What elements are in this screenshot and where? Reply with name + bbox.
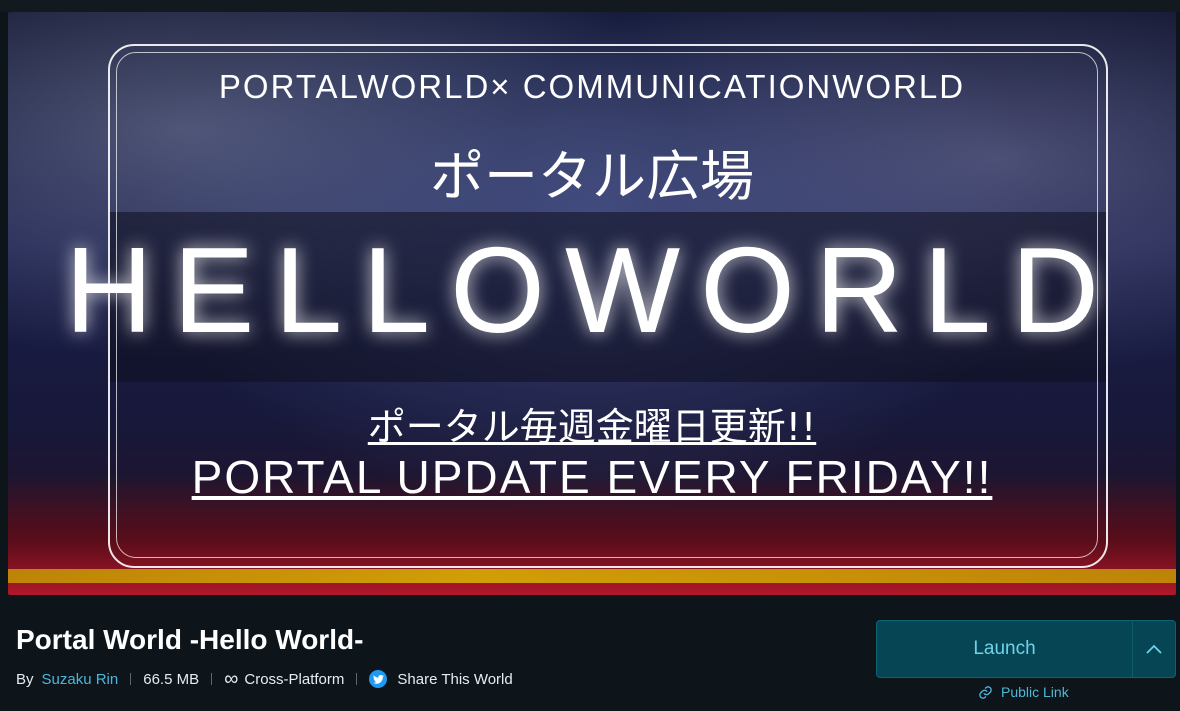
hero-floor-stripe xyxy=(8,569,1176,583)
infinity-icon: ∞ xyxy=(224,668,239,690)
share-world-link[interactable]: Share This World xyxy=(369,670,513,688)
twitter-icon xyxy=(369,670,388,688)
public-link-label: Public Link xyxy=(1001,684,1069,700)
world-meta: By Suzaku Rin 66.5 MB ∞ Cross-Platform S… xyxy=(16,668,513,690)
platform-label: Cross-Platform xyxy=(244,670,345,688)
hero-line-portalworld: PORTALWORLD× COMMUNICATIONWORLD xyxy=(218,68,966,105)
share-label: Share This World xyxy=(397,670,513,688)
world-thumbnail: PORTALWORLD× COMMUNICATIONWORLD ポータル広場 H… xyxy=(8,12,1176,595)
author-link[interactable]: Suzaku Rin xyxy=(42,671,119,688)
hero-line-update: PORTAL UPDATE EVERY FRIDAY!! xyxy=(191,451,993,503)
public-link[interactable]: Public Link xyxy=(978,684,1069,700)
hero-line-japanese-update: ポータル毎週金曜日更新!! xyxy=(367,405,817,449)
meta-divider xyxy=(356,673,358,685)
hero-line-japanese-title: ポータル広場 xyxy=(430,145,754,208)
meta-divider xyxy=(211,673,213,685)
link-icon xyxy=(979,685,992,699)
launch-options-button[interactable] xyxy=(1132,621,1175,677)
top-bar xyxy=(0,0,1180,12)
meta-divider xyxy=(130,673,132,685)
file-size: 66.5 MB xyxy=(143,670,200,688)
chevron-up-icon xyxy=(1146,644,1162,654)
launch-control: Launch xyxy=(876,620,1176,678)
world-title: Portal World -Hello World- xyxy=(16,624,364,655)
by-label: By xyxy=(16,670,34,688)
launch-button[interactable]: Launch xyxy=(877,621,1132,677)
hero-line-helloworld: HELLOWORLD xyxy=(64,222,1120,358)
